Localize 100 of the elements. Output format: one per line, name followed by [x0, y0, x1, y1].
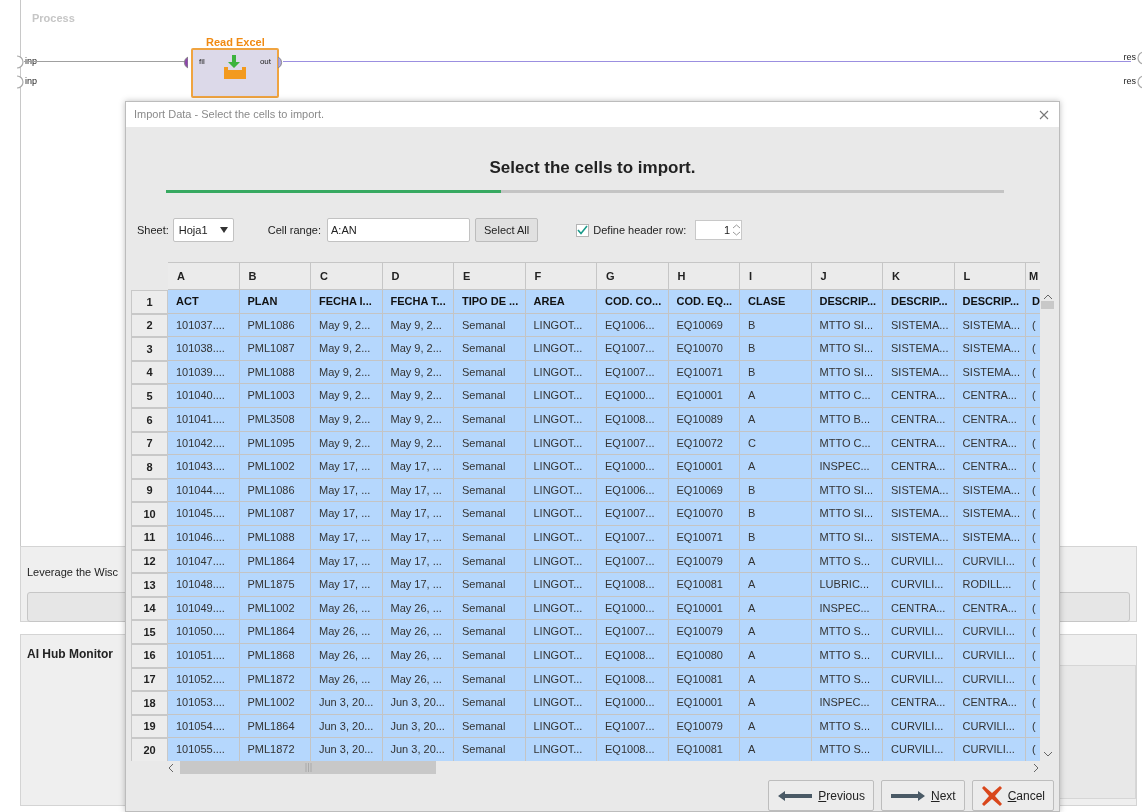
table-cell: PML1875 — [239, 573, 311, 597]
table-cell: 101046.... — [168, 525, 240, 550]
table-cell: 101041.... — [168, 407, 240, 432]
row-number-cell[interactable]: 14 — [131, 596, 168, 621]
scroll-right-icon[interactable] — [1033, 762, 1039, 773]
row-number-cell[interactable]: 18 — [131, 691, 168, 715]
column-header[interactable]: D — [382, 262, 454, 290]
table-cell: 101045.... — [168, 502, 240, 526]
table-cell: MTTO S... — [811, 620, 883, 644]
table-row[interactable]: 101051.... PML1868 May 26, ... May 26, ... Semanal LINGOT... EQ1008... EQ10080 A MTTO S... CURVILI... CURVILI... ( — [168, 643, 1040, 668]
cell-range-field[interactable]: A:AN — [327, 218, 470, 242]
table-cell: MTTO SI... — [811, 337, 883, 361]
panel-text: Leverage the Wisc — [27, 565, 119, 580]
row-number-cell[interactable]: 4 — [131, 360, 168, 385]
table-cell: CENTRA... — [883, 407, 955, 432]
row-number-cell[interactable]: 15 — [131, 620, 168, 644]
scroll-left-icon[interactable] — [168, 762, 174, 773]
table-cell: MTTO SI... — [811, 502, 883, 526]
row-number-cell[interactable]: 6 — [131, 407, 168, 432]
table-row[interactable]: 101042.... PML1095 May 9, 2... May 9, 2... Semanal LINGOT... EQ1007... EQ10072 C MTTO C... CENTRA... CENTRA... ( — [168, 431, 1040, 456]
table-row[interactable]: 101055.... PML1872 Jun 3, 20... Jun 3, 20... Semanal LINGOT... EQ1008... EQ10081 A MTTO S... CURVILI... CURVILI... ( — [168, 738, 1040, 761]
table-row[interactable]: 101044.... PML1086 May 17, ... May 17, ... Semanal LINGOT... EQ1006... EQ10069 B MTTO SI... SISTEMA... SISTEMA... ( — [168, 478, 1040, 503]
table-cell: Semanal — [454, 525, 526, 550]
sheet-dropdown[interactable]: Hoja1 — [172, 218, 234, 242]
previous-button[interactable]: Previous — [768, 780, 874, 811]
port-icon[interactable] — [181, 56, 188, 69]
column-header[interactable]: M — [1026, 262, 1040, 290]
port-label: fil — [199, 56, 205, 68]
table-row[interactable]: 101047.... PML1864 May 17, ... May 17, ... Semanal LINGOT... EQ1007... EQ10079 A MTTO S... CURVILI... CURVILI... ( — [168, 549, 1040, 574]
cancel-button[interactable]: Cancel — [971, 780, 1054, 811]
right-arrow-icon — [889, 789, 926, 802]
table-cell: AREA — [525, 290, 597, 314]
table-cell: May 9, 2... — [382, 337, 454, 361]
column-header[interactable]: H — [668, 262, 740, 290]
table-cell: FECHA T... — [382, 290, 454, 314]
column-header[interactable]: B — [239, 262, 311, 290]
table-cell: CURVILI... — [883, 573, 955, 597]
header-row-spinner[interactable]: 1 — [695, 220, 743, 240]
column-header[interactable]: J — [811, 262, 883, 290]
table-cell: May 17, ... — [311, 525, 383, 550]
table-row[interactable]: 101050.... PML1864 May 26, ... May 26, ... Semanal LINGOT... EQ1007... EQ10079 A MTTO S... CURVILI... CURVILI... ( — [168, 620, 1040, 644]
table-row[interactable]: 101054.... PML1864 Jun 3, 20... Jun 3, 20... Semanal LINGOT... EQ1007... EQ10079 A MTTO S... CURVILI... CURVILI... ( — [168, 714, 1040, 739]
scroll-thumb[interactable] — [180, 761, 436, 774]
row-number-cell[interactable]: 3 — [131, 337, 168, 361]
close-icon[interactable] — [1039, 109, 1049, 120]
table-row[interactable]: 101040.... PML1003 May 9, 2... May 9, 2... Semanal LINGOT... EQ1000... EQ10001 A MTTO C... CENTRA... CENTRA... ( — [168, 384, 1040, 408]
table-row[interactable]: 101041.... PML3508 May 9, 2... May 9, 2... Semanal LINGOT... EQ1008... EQ10089 A MTTO B... CENTRA... CENTRA... ( — [168, 407, 1040, 432]
table-cell: Semanal — [454, 643, 526, 668]
row-number-cell[interactable]: 20 — [131, 738, 168, 761]
column-header[interactable]: L — [954, 262, 1026, 290]
row-number-cell[interactable]: 9 — [131, 478, 168, 503]
table-cell: SISTEMA... — [883, 337, 955, 361]
table-row[interactable]: 101048.... PML1875 May 17, ... May 17, ... Semanal LINGOT... EQ1008... EQ10081 A LUBRIC... CURVILI... RODILL... ( — [168, 573, 1040, 597]
table-cell: May 26, ... — [311, 643, 383, 668]
table-row[interactable]: ACT PLAN FECHA I... FECHA T... TIPO DE ... AREA COD. CO... COD. EQ... CLASE DESCRIP... DESCRIP... DESCRIP... D — [168, 290, 1040, 314]
column-header[interactable]: I — [740, 262, 812, 290]
operator-node[interactable]: fil out — [191, 48, 279, 98]
row-number-cell[interactable]: 11 — [131, 525, 168, 550]
table-row[interactable]: 101046.... PML1088 May 17, ... May 17, ... Semanal LINGOT... EQ1007... EQ10071 B MTTO SI... SISTEMA... SISTEMA... ( — [168, 525, 1040, 550]
row-number-cell[interactable]: 1 — [131, 290, 168, 314]
table-row[interactable]: 101052.... PML1872 May 26, ... May 26, ... Semanal LINGOT... EQ1008... EQ10081 A MTTO S... CURVILI... CURVILI... ( — [168, 667, 1040, 692]
table-row[interactable]: 101053.... PML1002 Jun 3, 20... Jun 3, 20... Semanal LINGOT... EQ1000... EQ10001 A INSPEC... CENTRA... CENTRA... ( — [168, 691, 1040, 715]
column-header[interactable]: F — [525, 262, 597, 290]
table-row[interactable]: 101049.... PML1002 May 26, ... May 26, ... Semanal LINGOT... EQ1000... EQ10001 A INSPEC... CENTRA... CENTRA... ( — [168, 596, 1040, 621]
horizontal-scrollbar[interactable] — [168, 761, 1039, 774]
header-row-checkbox[interactable] — [576, 223, 590, 237]
row-number-cell[interactable]: 13 — [131, 573, 168, 597]
row-number-cell[interactable]: 5 — [131, 384, 168, 408]
row-number-cell[interactable]: 7 — [131, 431, 168, 456]
port-icon[interactable] — [278, 56, 285, 69]
column-header[interactable]: K — [883, 262, 955, 290]
table-row[interactable]: 101037.... PML1086 May 9, 2... May 9, 2... Semanal LINGOT... EQ1006... EQ10069 B MTTO SI... SISTEMA... SISTEMA... ( — [168, 313, 1040, 338]
row-number-cell[interactable]: 12 — [131, 549, 168, 574]
row-number-cell[interactable]: 19 — [131, 714, 168, 739]
row-number-cell[interactable]: 8 — [131, 455, 168, 479]
table-row[interactable]: 101038.... PML1087 May 9, 2... May 9, 2... Semanal LINGOT... EQ1007... EQ10070 B MTTO SI... SISTEMA... SISTEMA... ( — [168, 337, 1040, 361]
table-cell: May 17, ... — [382, 525, 454, 550]
select-all-button[interactable]: Select All — [475, 218, 539, 242]
next-button[interactable]: Next — [880, 780, 965, 811]
table-cell: ( — [1026, 455, 1040, 479]
table-cell: COD. CO... — [597, 290, 669, 314]
row-number-cell[interactable]: 16 — [131, 643, 168, 668]
scroll-thumb[interactable] — [1041, 301, 1054, 309]
row-number-cell[interactable]: 10 — [131, 502, 168, 526]
row-number-cell[interactable]: 17 — [131, 667, 168, 692]
table-row[interactable]: 101045.... PML1087 May 17, ... May 17, ... Semanal LINGOT... EQ1007... EQ10070 B MTTO SI... SISTEMA... SISTEMA... ( — [168, 502, 1040, 526]
column-header[interactable]: E — [454, 262, 526, 290]
scroll-up-icon[interactable] — [1042, 294, 1053, 300]
table-cell: MTTO B... — [811, 407, 883, 432]
scroll-down-icon[interactable] — [1042, 751, 1053, 757]
column-header[interactable]: A — [168, 262, 240, 290]
table-row[interactable]: 101043.... PML1002 May 17, ... May 17, ... Semanal LINGOT... EQ1000... EQ10001 A INSPEC... CENTRA... CENTRA... ( — [168, 455, 1040, 479]
table-cell: ( — [1026, 738, 1040, 761]
table-row[interactable]: 101039.... PML1088 May 9, 2... May 9, 2... Semanal LINGOT... EQ1007... EQ10071 B MTTO SI... SISTEMA... SISTEMA... ( — [168, 360, 1040, 385]
table-cell: A — [740, 691, 812, 715]
column-header[interactable]: G — [597, 262, 669, 290]
row-number-cell[interactable]: 2 — [131, 313, 168, 338]
field-label: Cell range: — [267, 222, 321, 238]
table-cell: LINGOT... — [525, 337, 597, 361]
column-header[interactable]: C — [311, 262, 383, 290]
